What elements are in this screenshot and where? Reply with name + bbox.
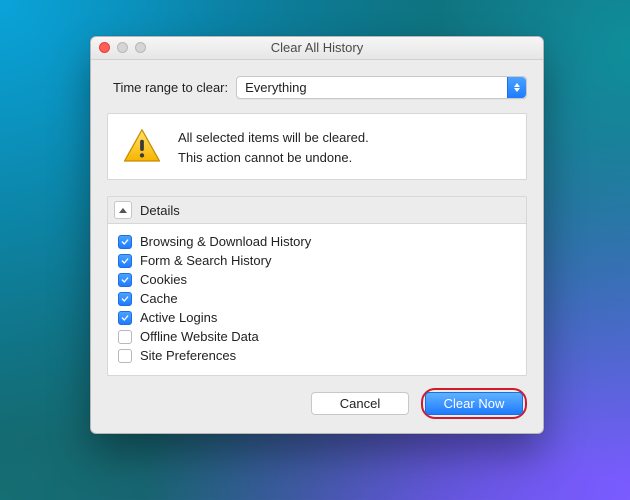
details-disclosure-button[interactable] bbox=[114, 201, 132, 219]
checkbox[interactable] bbox=[118, 292, 132, 306]
cancel-button-label: Cancel bbox=[340, 396, 380, 411]
select-stepper-icon bbox=[507, 77, 526, 98]
clear-now-button-label: Clear Now bbox=[444, 396, 505, 411]
details-body: Browsing & Download History Form & Search… bbox=[107, 223, 527, 376]
window-controls bbox=[99, 42, 146, 53]
maximize-icon bbox=[135, 42, 146, 53]
time-range-label: Time range to clear: bbox=[113, 80, 228, 95]
details-item[interactable]: Offline Website Data bbox=[118, 327, 516, 346]
details-item-label: Cookies bbox=[140, 272, 187, 287]
clear-now-button[interactable]: Clear Now bbox=[425, 392, 523, 415]
checkbox[interactable] bbox=[118, 311, 132, 325]
dialog-content: Time range to clear: Everything bbox=[91, 60, 543, 433]
details-header[interactable]: Details bbox=[107, 196, 527, 223]
details-item-label: Offline Website Data bbox=[140, 329, 259, 344]
warning-line-1: All selected items will be cleared. bbox=[178, 128, 369, 148]
details-label: Details bbox=[140, 203, 180, 218]
details-item[interactable]: Form & Search History bbox=[118, 251, 516, 270]
time-range-select[interactable]: Everything bbox=[236, 76, 527, 99]
time-range-value: Everything bbox=[245, 80, 306, 95]
time-range-row: Time range to clear: Everything bbox=[107, 76, 527, 99]
minimize-icon bbox=[117, 42, 128, 53]
titlebar: Clear All History bbox=[91, 37, 543, 60]
cancel-button[interactable]: Cancel bbox=[311, 392, 409, 415]
window-title: Clear All History bbox=[271, 40, 363, 55]
details-item[interactable]: Cache bbox=[118, 289, 516, 308]
checkbox[interactable] bbox=[118, 235, 132, 249]
checkbox[interactable] bbox=[118, 349, 132, 363]
warning-panel: All selected items will be cleared. This… bbox=[107, 113, 527, 180]
details-item-label: Form & Search History bbox=[140, 253, 271, 268]
details-item[interactable]: Active Logins bbox=[118, 308, 516, 327]
details-item-label: Browsing & Download History bbox=[140, 234, 311, 249]
chevron-down-icon bbox=[514, 88, 520, 92]
warning-line-2: This action cannot be undone. bbox=[178, 148, 369, 168]
highlight-ring: Clear Now bbox=[421, 388, 527, 419]
dialog-buttons: Cancel Clear Now bbox=[107, 388, 527, 419]
details-item[interactable]: Cookies bbox=[118, 270, 516, 289]
close-icon[interactable] bbox=[99, 42, 110, 53]
details-item-label: Active Logins bbox=[140, 310, 217, 325]
chevron-up-icon bbox=[514, 83, 520, 87]
clear-history-dialog: Clear All History Time range to clear: E… bbox=[90, 36, 544, 434]
checkbox[interactable] bbox=[118, 330, 132, 344]
details-item-label: Cache bbox=[140, 291, 178, 306]
chevron-up-icon bbox=[119, 208, 127, 213]
warning-text: All selected items will be cleared. This… bbox=[178, 126, 369, 167]
details-item-label: Site Preferences bbox=[140, 348, 236, 363]
warning-triangle-icon bbox=[122, 126, 162, 166]
checkbox[interactable] bbox=[118, 273, 132, 287]
details-item[interactable]: Browsing & Download History bbox=[118, 232, 516, 251]
details-item[interactable]: Site Preferences bbox=[118, 346, 516, 365]
desktop-background: Clear All History Time range to clear: E… bbox=[0, 0, 630, 500]
checkbox[interactable] bbox=[118, 254, 132, 268]
